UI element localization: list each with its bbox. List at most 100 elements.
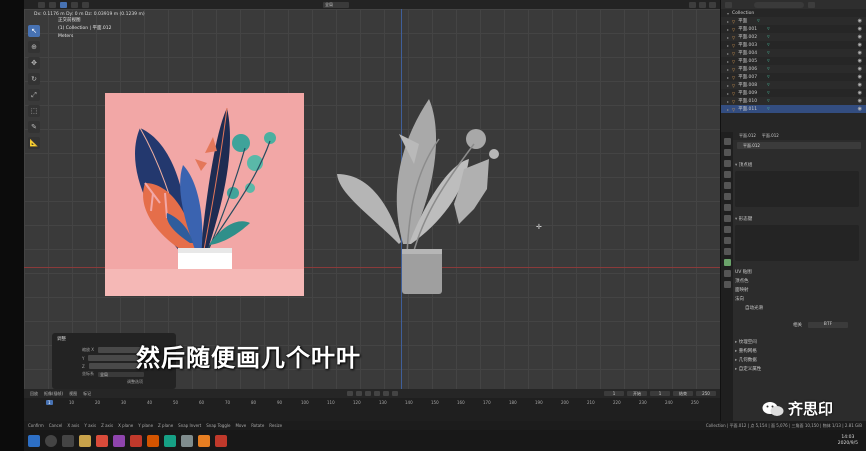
cursor-tool-icon[interactable]: ⊕: [28, 41, 40, 53]
select-extend-button[interactable]: [71, 1, 78, 8]
uv-maps-panel[interactable]: UV 贴图: [735, 268, 863, 277]
timeline-menu-keying[interactable]: 抠像(插帧): [44, 391, 63, 397]
pdf-app-icon[interactable]: [130, 434, 142, 447]
system-clock[interactable]: 14:03 2020/9/5: [838, 435, 858, 447]
app-icon[interactable]: [181, 434, 193, 447]
output-tab-icon[interactable]: [723, 160, 731, 167]
viewport-shading-button[interactable]: [689, 1, 696, 8]
overlay-button[interactable]: [699, 1, 706, 8]
outliner-item[interactable]: ▸ ▽ 平面.003 ▿ ◉: [721, 41, 866, 49]
file-explorer-icon[interactable]: [79, 434, 91, 447]
texture-tab-icon[interactable]: [723, 281, 731, 288]
3d-viewport[interactable]: Dx: 0.1176 m Dy: 0 m Dz: 0.03919 m (0.12…: [24, 9, 720, 389]
texture-space-panel[interactable]: 纹理空间: [735, 338, 863, 347]
visibility-eye-icon[interactable]: ◉: [858, 106, 862, 112]
shape-keys-panel[interactable]: 形态键: [735, 216, 863, 261]
timeline-menu-view[interactable]: 视图: [69, 391, 77, 397]
vertex-groups-list[interactable]: [735, 171, 859, 207]
visibility-eye-icon[interactable]: ◉: [858, 18, 862, 24]
custom-properties-panel[interactable]: 自定义属性: [735, 365, 863, 374]
outliner-item[interactable]: ▸ ▽ 平面.002 ▿ ◉: [721, 33, 866, 41]
outliner-collection[interactable]: ▾ Collection: [721, 9, 866, 17]
select-subtract-button[interactable]: [82, 1, 89, 8]
material-tab-icon[interactable]: [723, 270, 731, 277]
outliner-display-mode[interactable]: [725, 1, 732, 8]
task-view-icon[interactable]: [62, 434, 74, 447]
timeline-editor[interactable]: 回放 抠像(插帧) 视图 标记 1 开始 1 结束 250 1 10 20 30…: [24, 389, 720, 421]
outliner-item[interactable]: ▸ ▽ 平面.001 ▿ ◉: [721, 25, 866, 33]
mesh-data-tab-icon[interactable]: [723, 259, 731, 266]
rotate-tool-icon[interactable]: ↻: [28, 73, 40, 85]
shape-keys-list[interactable]: [735, 225, 859, 261]
visibility-eye-icon[interactable]: ◉: [858, 98, 862, 104]
properties-editor[interactable]: 平面.012 平面.012 平面.012 顶点组 形态键 UV 贴图 顶点色 面…: [720, 132, 866, 421]
current-frame-marker[interactable]: 1: [46, 400, 53, 405]
end-frame-field[interactable]: 250: [696, 391, 716, 396]
outliner-item[interactable]: ▸ ▽ 平面.005 ▿ ◉: [721, 57, 866, 65]
transform-orientation-select[interactable]: 全局: [323, 1, 349, 8]
select-tool-icon[interactable]: ↖: [28, 25, 40, 37]
frame-ruler[interactable]: 1 10 20 30 40 50 60 70 80 90 100 110 120…: [24, 400, 720, 408]
powerpoint-icon[interactable]: [147, 434, 159, 447]
face-maps-panel[interactable]: 面映射: [735, 286, 863, 295]
vertex-groups-panel[interactable]: 顶点组: [735, 162, 863, 207]
render-tab-icon[interactable]: [723, 149, 731, 156]
geometry-data-panel[interactable]: 几何数据: [735, 356, 863, 365]
visibility-eye-icon[interactable]: ◉: [858, 74, 862, 80]
normals-panel[interactable]: 法向: [735, 295, 863, 304]
xray-button[interactable]: [709, 1, 716, 8]
auto-smooth-checkbox[interactable]: 自动光滑: [735, 304, 863, 313]
chrome-icon[interactable]: [96, 434, 108, 447]
scale-y-field[interactable]: [88, 355, 139, 361]
particles-tab-icon[interactable]: [723, 226, 731, 233]
visibility-eye-icon[interactable]: ◉: [858, 90, 862, 96]
visibility-eye-icon[interactable]: ◉: [858, 82, 862, 88]
move-tool-icon[interactable]: ✥: [28, 57, 40, 69]
vertex-colors-panel[interactable]: 顶点色: [735, 277, 863, 286]
outliner-item[interactable]: ▸ ▽ 平面.010 ▿ ◉: [721, 97, 866, 105]
constraints-tab-icon[interactable]: [723, 248, 731, 255]
current-frame-field[interactable]: 1: [604, 391, 624, 396]
start-frame-field[interactable]: 1: [650, 391, 670, 396]
select-mode-button[interactable]: [60, 1, 67, 8]
outliner-item[interactable]: ▸ ▽ 平面.004 ▿ ◉: [721, 49, 866, 57]
scale-tool-icon[interactable]: ⤢: [28, 89, 40, 101]
scale-z-field[interactable]: [88, 363, 139, 369]
world-tab-icon[interactable]: [723, 193, 731, 200]
outliner-item[interactable]: ▸ ▽ 平面.007 ▿ ◉: [721, 73, 866, 81]
search-icon[interactable]: [45, 434, 57, 447]
modifier-tab-icon[interactable]: [723, 215, 731, 222]
tool-tab-icon[interactable]: [723, 138, 731, 145]
physics-tab-icon[interactable]: [723, 237, 731, 244]
timeline-menu-marker[interactable]: 标记: [83, 391, 91, 397]
app-icon[interactable]: [164, 434, 176, 447]
visibility-eye-icon[interactable]: ◉: [858, 66, 862, 72]
timeline-menu-playback[interactable]: 回放: [30, 391, 38, 397]
next-key-icon[interactable]: [383, 391, 390, 396]
outliner-item[interactable]: ▸ ▽ 平面.008 ▿ ◉: [721, 81, 866, 89]
filter-icon[interactable]: [808, 1, 815, 8]
annotate-tool-icon[interactable]: ✎: [28, 121, 40, 133]
transform-tool-icon[interactable]: ⬚: [28, 105, 40, 117]
outliner-item-selected[interactable]: ▸ ▽ 平面.011 ▿ ◉: [721, 105, 866, 113]
object-tab-icon[interactable]: [723, 204, 731, 211]
remesh-panel[interactable]: 重构网格: [735, 347, 863, 356]
app-icon[interactable]: [215, 434, 227, 447]
windows-start-icon[interactable]: [28, 434, 40, 447]
visibility-eye-icon[interactable]: ◉: [858, 34, 862, 40]
outliner-item[interactable]: ▸ ▽ 平面.009 ▿ ◉: [721, 89, 866, 97]
prev-key-icon[interactable]: [356, 391, 363, 396]
select-box-button[interactable]: [49, 1, 56, 8]
visibility-eye-icon[interactable]: ◉: [858, 50, 862, 56]
view-layer-tab-icon[interactable]: [723, 171, 731, 178]
outliner[interactable]: ▾ Collection ▸ ▽ 平面 ▿ ◉ ▸ ▽ 平面.001 ▿ ◉ ▸ ▽ 平面.002 ▿ ◉…: [720, 0, 866, 132]
play-reverse-icon[interactable]: [365, 391, 372, 396]
editor-type-button[interactable]: [38, 1, 45, 8]
blender-icon[interactable]: [198, 434, 210, 447]
visibility-eye-icon[interactable]: ◉: [858, 58, 862, 64]
reference-image[interactable]: [105, 93, 304, 296]
jump-start-icon[interactable]: [347, 391, 354, 396]
measure-tool-icon[interactable]: 📐: [28, 137, 40, 149]
scene-tab-icon[interactable]: [723, 182, 731, 189]
3d-plant-model[interactable]: [329, 94, 504, 294]
